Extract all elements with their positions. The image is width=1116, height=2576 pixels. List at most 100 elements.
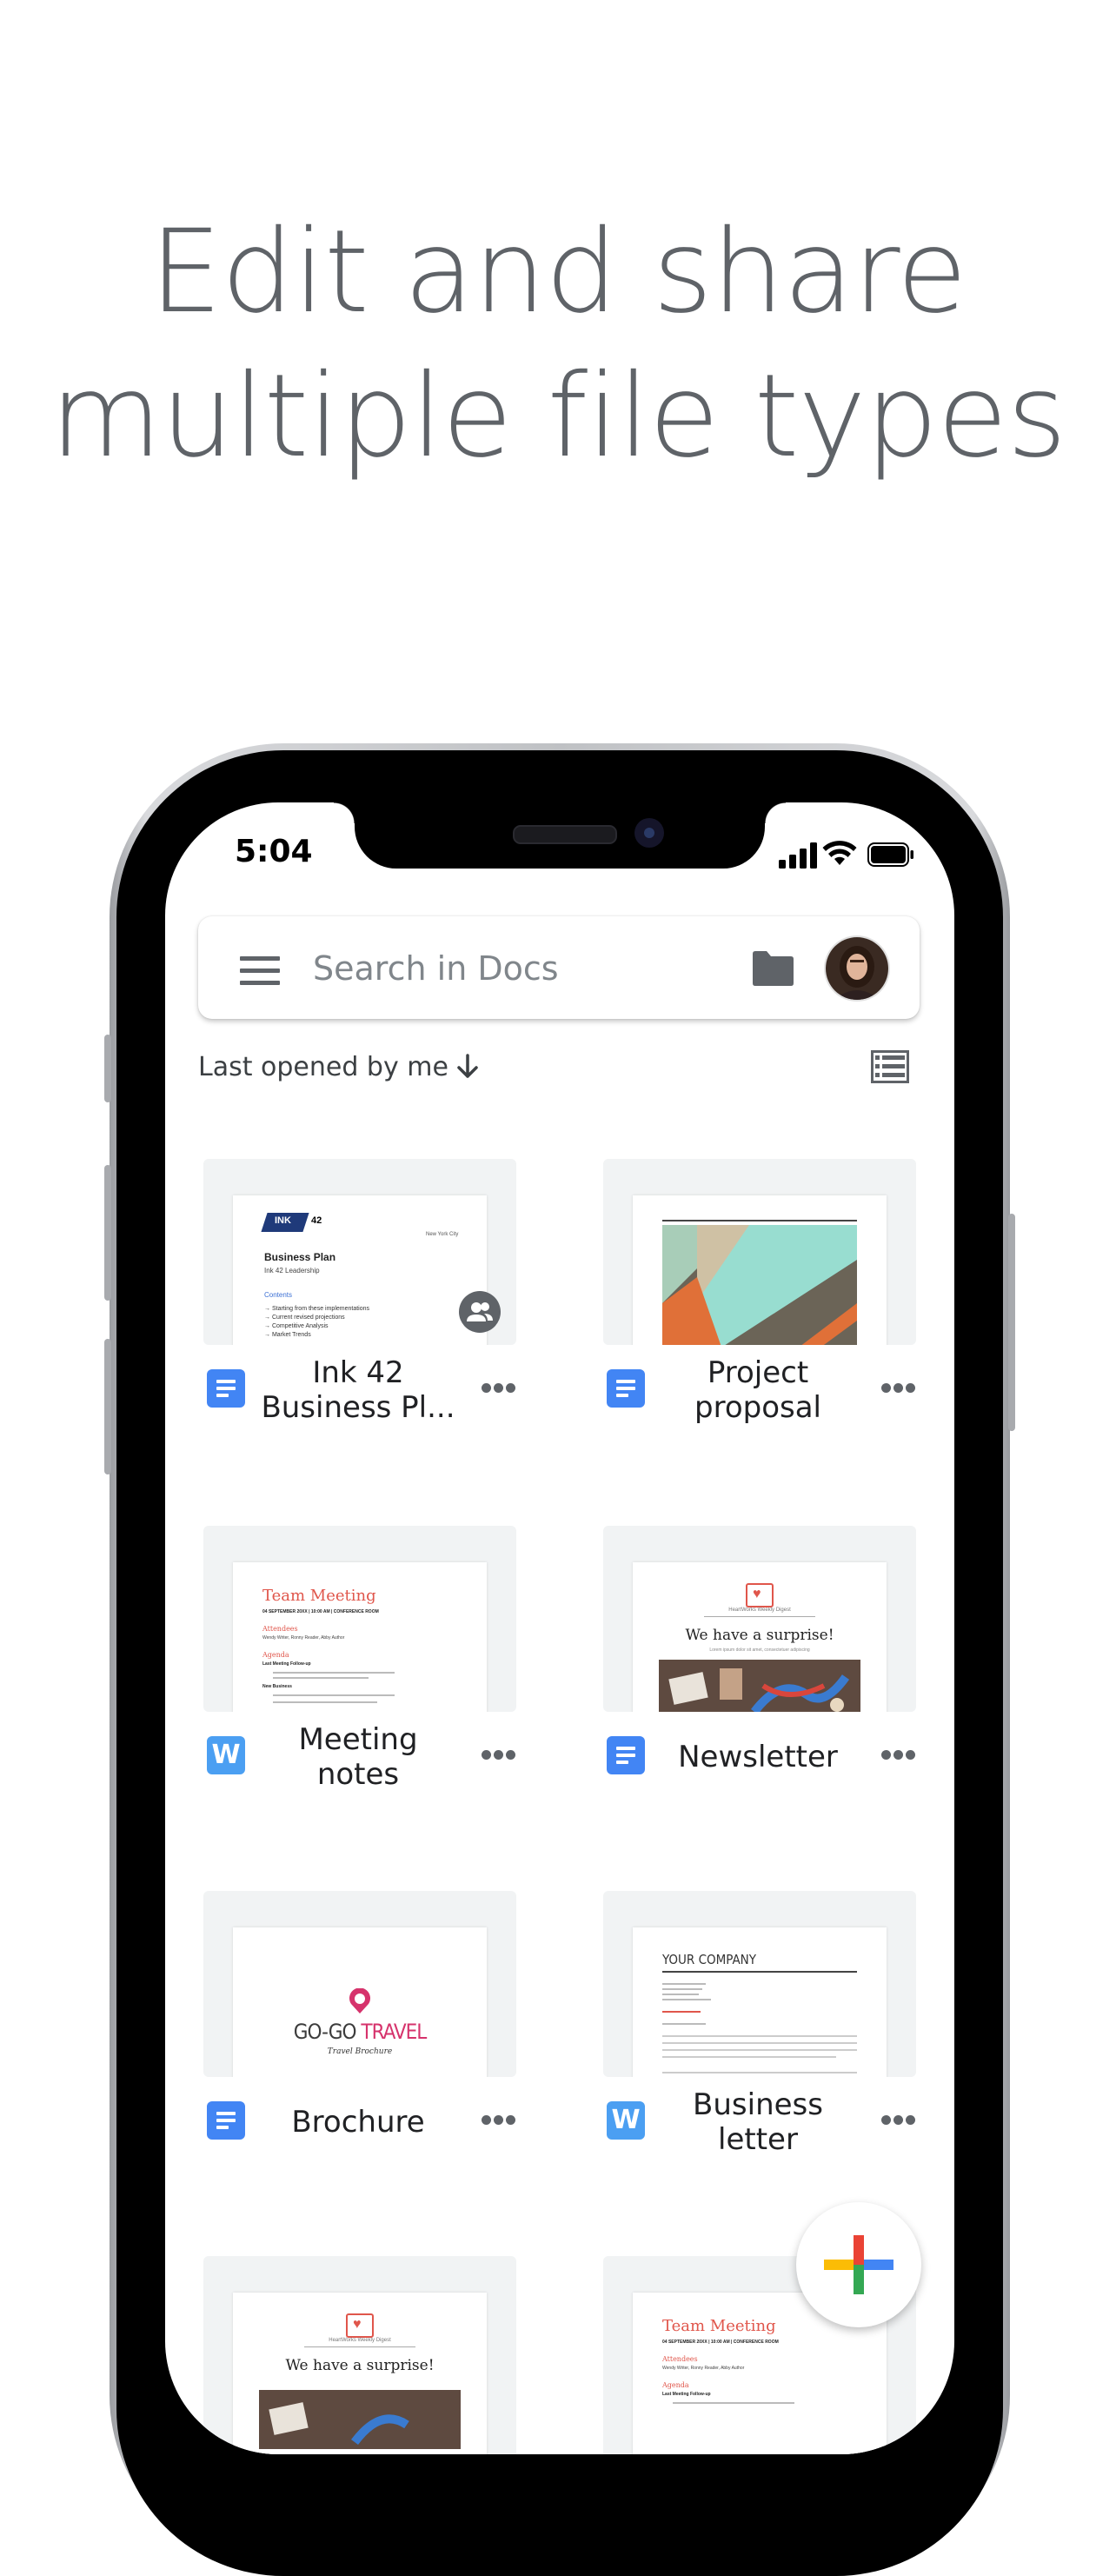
phone-side-button <box>104 1035 111 1102</box>
file-thumbnail[interactable]: ♥ HeartWorks Weekly Digest We have a sur… <box>603 1526 916 1712</box>
meeting-date: 04 SEPTEMBER 20XX | 10:00 AM | CONFERENC… <box>262 1609 379 1614</box>
google-docs-icon <box>607 1369 645 1408</box>
file-title[interactable]: Project proposal <box>654 1355 862 1425</box>
meeting-agenda-item: New Business <box>262 1684 292 1689</box>
shared-people-icon <box>459 1291 501 1333</box>
document-preview: ♥ HeartWorks Weekly Digest We have a sur… <box>633 1562 887 1712</box>
file-title[interactable]: Newsletter <box>654 1740 862 1774</box>
ink42-item: → Market Trends <box>264 1332 311 1338</box>
phone-power-button <box>1008 1214 1015 1431</box>
more-options-icon[interactable] <box>881 2115 916 2126</box>
meeting-agenda-heading: Agenda <box>262 1651 289 1659</box>
heart-logo-icon: ♥ <box>746 1583 774 1608</box>
notch <box>334 802 786 869</box>
hamburger-menu-icon[interactable] <box>240 956 280 985</box>
new-document-button[interactable] <box>796 2202 921 2327</box>
heart-logo-icon: ♥ <box>346 2313 374 2338</box>
google-docs-icon <box>207 1369 245 1408</box>
account-avatar[interactable] <box>826 937 888 1000</box>
cellular-signal-icon <box>779 842 817 869</box>
search-bar[interactable]: Search in Docs <box>198 916 920 1019</box>
more-options-icon[interactable] <box>482 1750 516 1761</box>
ink42-badge: INK <box>275 1215 291 1226</box>
meeting-attendees-heading: Attendees <box>662 2355 698 2363</box>
google-docs-icon <box>207 2101 245 2140</box>
folder-icon[interactable] <box>751 950 794 987</box>
newsletter-photo <box>659 1660 860 1712</box>
status-time: 5:04 <box>235 834 313 869</box>
meeting-attendees: Wendy Writer, Ronny Reader, Abby Author <box>262 1635 345 1641</box>
ink42-contents-list: → Starting from these implementations → … <box>264 1305 369 1340</box>
meeting-attendees-heading: Attendees <box>262 1625 298 1633</box>
text-line <box>273 1677 369 1679</box>
text-line <box>662 1983 706 1985</box>
file-title[interactable]: Brochure <box>254 2105 462 2140</box>
more-options-icon[interactable] <box>881 1750 916 1761</box>
divider <box>662 1220 857 1221</box>
more-options-icon[interactable] <box>482 1383 516 1394</box>
ink42-contents: Contents <box>264 1291 293 1299</box>
file-thumbnail[interactable]: GO-GO TRAVEL Travel Brochure <box>203 1891 516 2077</box>
meeting-agenda-heading: Agenda <box>662 2381 689 2389</box>
text-line <box>662 2049 857 2051</box>
text-line <box>662 2023 706 2025</box>
phone-screen: 5:04 Search in Docs Last opened by me IN… <box>165 802 954 2454</box>
ink42-city: New York City <box>426 1232 459 1237</box>
divider <box>304 2346 415 2347</box>
phone-volume-down-button <box>104 1339 111 1474</box>
search-input[interactable]: Search in Docs <box>313 949 559 988</box>
more-options-icon[interactable] <box>881 1383 916 1394</box>
geometric-cover-art <box>662 1225 857 1345</box>
file-thumbnail[interactable] <box>603 1159 916 1345</box>
text-line <box>662 2072 857 2073</box>
file-title[interactable]: Ink 42 Business Pl... <box>254 1355 462 1425</box>
ink42-subtitle: Ink 42 Leadership <box>264 1267 320 1275</box>
newsletter-photo <box>259 2390 461 2449</box>
headline-line-2: multiple file types <box>50 349 1067 483</box>
plus-icon[interactable] <box>796 2202 921 2327</box>
list-view-icon[interactable] <box>871 1050 909 1083</box>
file-title[interactable]: Meeting notes <box>254 1722 462 1792</box>
more-options-icon[interactable] <box>482 2115 516 2126</box>
front-camera <box>634 818 664 848</box>
meeting-agenda-item: Last Meeting Follow-up <box>662 2392 711 2397</box>
meeting-agenda-item: Last Meeting Follow-up <box>262 1661 311 1667</box>
text-line <box>662 1988 702 1990</box>
file-title[interactable]: Business letter <box>654 2087 862 2157</box>
file-thumbnail[interactable]: ♥ HeartWorks Weekly Digest We have a sur… <box>203 2256 516 2454</box>
newsletter-subtext: Lorem ipsum dolor sit amet, consectetuer… <box>709 1647 810 1653</box>
divider <box>662 1971 857 1973</box>
brochure-subtitle: Travel Brochure <box>327 2047 393 2056</box>
speaker-grille <box>513 825 617 844</box>
text-line <box>662 2035 857 2037</box>
divider <box>704 1616 815 1617</box>
meeting-title: Team Meeting <box>662 2317 776 2335</box>
meeting-title: Team Meeting <box>262 1587 376 1605</box>
headline: Edit and share multiple file types <box>0 200 1116 489</box>
text-line <box>662 2056 836 2058</box>
meeting-date: 04 SEPTEMBER 20XX | 10:00 AM | CONFERENC… <box>662 2340 779 2345</box>
google-docs-icon <box>607 1736 645 1774</box>
ink42-number: 42 <box>311 1215 322 1226</box>
file-thumbnail[interactable]: INK 42 New York City Business Plan Ink 4… <box>203 1159 516 1345</box>
text-line <box>662 2042 857 2044</box>
newsletter-brand: HeartWorks Weekly Digest <box>728 1608 791 1613</box>
headline-line-1: Edit and share <box>149 205 967 339</box>
ink42-item: → Current revised projections <box>264 1315 345 1321</box>
location-pin-icon <box>349 1988 370 2014</box>
word-file-icon: W <box>607 2101 645 2140</box>
phone-volume-up-button <box>104 1165 111 1301</box>
document-preview: GO-GO TRAVEL Travel Brochure <box>233 1927 487 2077</box>
file-thumbnail[interactable]: YOUR COMPANY <box>603 1891 916 2077</box>
letter-company: YOUR COMPANY <box>662 1952 757 1967</box>
newsletter-brand: HeartWorks Weekly Digest <box>329 2338 391 2343</box>
file-thumbnail[interactable]: Team Meeting 04 SEPTEMBER 20XX | 10:00 A… <box>203 1526 516 1712</box>
wifi-icon <box>822 841 857 865</box>
text-line <box>662 2011 701 2013</box>
text-line <box>673 2402 794 2404</box>
word-file-icon: W <box>207 1736 245 1774</box>
text-line <box>273 1672 395 1674</box>
arrow-down-icon[interactable] <box>453 1052 482 1082</box>
text-line <box>273 1701 377 1703</box>
sort-label[interactable]: Last opened by me <box>198 1052 448 1082</box>
